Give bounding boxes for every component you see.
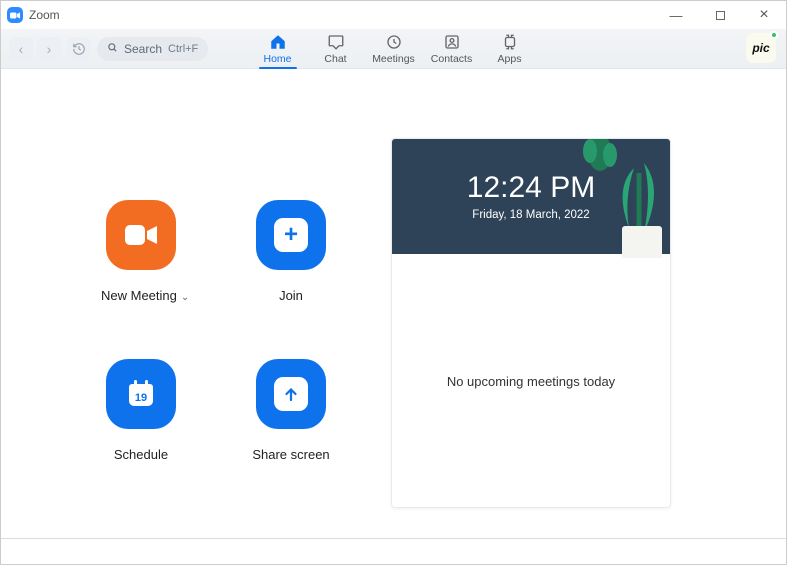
footer-bar	[1, 538, 786, 564]
profile-avatar[interactable]: pic	[746, 33, 776, 63]
top-toolbar: ‹ › Search Ctrl+F Home Chat Meeting	[1, 29, 786, 69]
clock-banner: 12:24 PM Friday, 18 March, 2022	[392, 139, 670, 254]
search-icon	[107, 42, 118, 56]
presence-indicator	[770, 31, 778, 39]
back-button[interactable]: ‹	[9, 37, 33, 61]
upcoming-panel: 12:24 PM Friday, 18 March, 2022 No upcom…	[391, 138, 671, 508]
calendar-icon: 19	[106, 359, 176, 429]
new-meeting-button[interactable]: New Meeting⌄	[101, 200, 181, 303]
tab-chat[interactable]: Chat	[307, 29, 365, 68]
share-up-icon	[256, 359, 326, 429]
clock-icon	[385, 33, 403, 51]
search-label: Search	[124, 42, 162, 56]
upcoming-list-empty: No upcoming meetings today	[392, 254, 670, 508]
schedule-button[interactable]: 19 Schedule	[101, 359, 181, 462]
window-controls: — ×	[654, 1, 786, 29]
window-title: Zoom	[29, 8, 60, 22]
chevron-down-icon[interactable]: ⌄	[181, 292, 189, 303]
current-date: Friday, 18 March, 2022	[472, 209, 589, 221]
search-input[interactable]: Search Ctrl+F	[97, 37, 208, 61]
contacts-icon	[443, 33, 461, 51]
zoom-logo-icon	[7, 7, 23, 23]
share-screen-button[interactable]: Share screen	[251, 359, 331, 462]
maximize-button[interactable]	[698, 1, 742, 29]
tab-home[interactable]: Home	[249, 29, 307, 68]
decorative-plant-icon	[594, 158, 671, 258]
svg-text:19: 19	[135, 392, 147, 404]
main-content: New Meeting⌄ + Join 19 Schedule Share sc…	[1, 70, 786, 564]
home-icon	[269, 33, 287, 51]
tab-contacts[interactable]: Contacts	[423, 29, 481, 68]
action-grid: New Meeting⌄ + Join 19 Schedule Share sc…	[101, 200, 351, 462]
search-shortcut: Ctrl+F	[168, 43, 198, 55]
main-tabs: Home Chat Meetings Contacts Apps	[249, 29, 539, 68]
chat-icon	[327, 33, 345, 51]
tab-apps[interactable]: Apps	[481, 29, 539, 68]
apps-icon	[501, 33, 519, 51]
video-icon	[106, 200, 176, 270]
minimize-button[interactable]: —	[654, 1, 698, 29]
tab-meetings[interactable]: Meetings	[365, 29, 423, 68]
close-button[interactable]: ×	[742, 1, 786, 29]
join-button[interactable]: + Join	[251, 200, 331, 303]
history-button[interactable]	[67, 37, 91, 61]
forward-button[interactable]: ›	[37, 37, 61, 61]
plus-icon: +	[256, 200, 326, 270]
